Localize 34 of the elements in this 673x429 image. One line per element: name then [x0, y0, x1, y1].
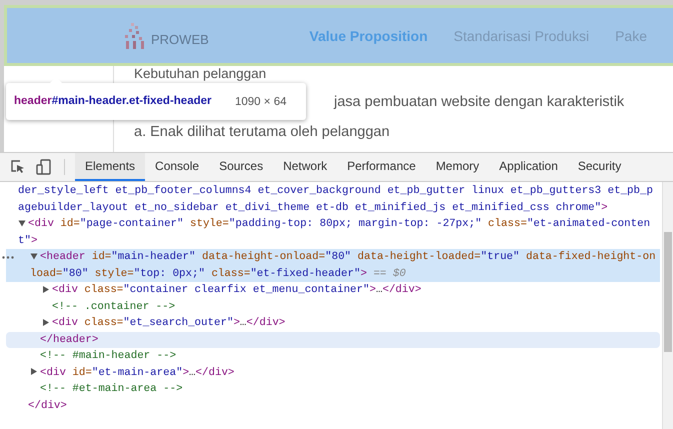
comment-line[interactable]: <!-- #et-main-area --> [6, 381, 660, 398]
element-line[interactable]: <div id="et-main-area">…</div> [6, 364, 660, 381]
triangle-icon[interactable] [43, 318, 49, 326]
element-line[interactable]: <div class="et_search_outer">…</div> [6, 315, 660, 332]
triangle-icon[interactable] [30, 253, 38, 260]
devtools-tab[interactable]: Elements [75, 153, 146, 181]
more-icon[interactable] [2, 256, 14, 259]
comment-line[interactable]: <!-- .container --> [6, 298, 660, 315]
body-text: a. Enak dilihat terutama oleh pelanggan [134, 123, 390, 142]
devtools-tab[interactable]: Network [273, 153, 338, 181]
triangle-icon[interactable] [31, 368, 37, 376]
devtools-tab[interactable]: Console [145, 153, 210, 181]
closing-tag-line[interactable]: </div> [6, 398, 660, 414]
devtools-tab[interactable]: Application [489, 153, 568, 181]
devtools-tab[interactable]: Memory [426, 153, 490, 181]
devtools-tab[interactable]: Performance [337, 153, 426, 181]
comment-line[interactable]: <!-- #main-header --> [6, 348, 660, 364]
code-line[interactable]: der_style_left et_pb_footer_columns4 et_cover_background et_pb_gutter linux et_pb_gutters3 et_pb_pagebuilder_layout et_no_sidebar et_divi_theme et-db et_minified_js et_minified_css chrome"> [6, 183, 660, 216]
element-selector: header#main-header.et-fixed-header [14, 94, 212, 109]
body-text: jasa pembuatan website dengan karakteristik [334, 93, 624, 112]
scrollbar[interactable] [662, 182, 673, 429]
element-line[interactable]: <div id="page-container" style="padding-top: 80px; margin-top: -27px;" class="et-animated-content"> [6, 216, 660, 249]
body-text: Kebutuhan pelanggan [134, 66, 266, 81]
triangle-icon[interactable] [43, 286, 49, 293]
inspect-icon[interactable] [10, 159, 26, 175]
triangle-icon[interactable] [18, 220, 26, 226]
device-icon[interactable] [36, 159, 52, 175]
devtools-tab[interactable]: Security [568, 153, 632, 181]
logo-text: PROWEB [151, 32, 209, 46]
scrollbar-thumb[interactable] [664, 232, 672, 352]
logo-icon [123, 22, 147, 48]
devtools-tab[interactable]: Sources [209, 153, 274, 181]
element-line[interactable]: <div class="container clearfix et_menu_container">…</div> [6, 282, 660, 298]
element-size: 1090 × 64 [235, 96, 286, 108]
